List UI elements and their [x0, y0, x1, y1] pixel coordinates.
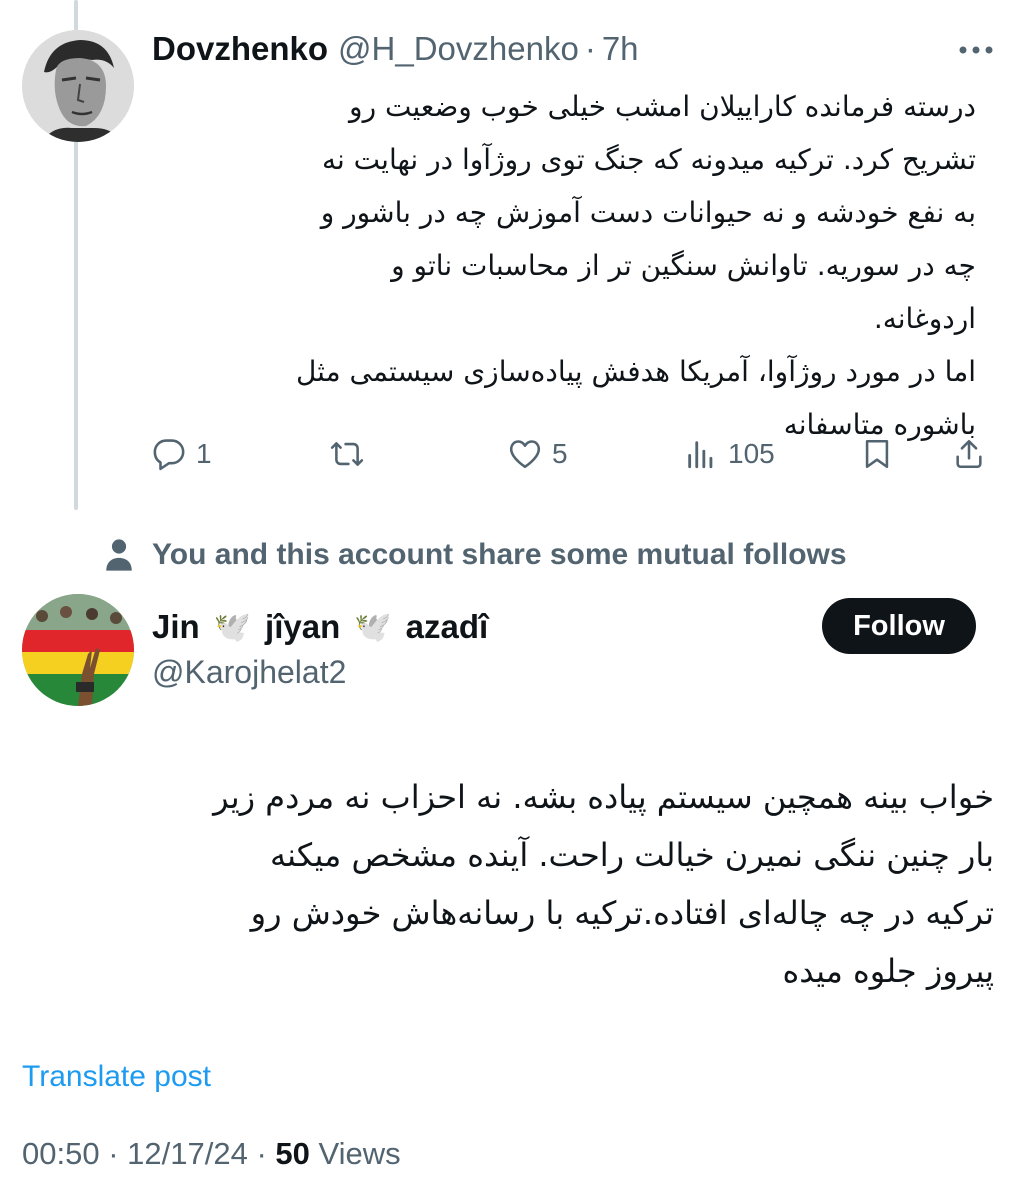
mutual-follows-notice: You and this account share some mutual f… — [104, 530, 847, 580]
translate-post-link[interactable]: Translate post — [22, 1060, 211, 1094]
name-part-jiyan: jîyan — [265, 608, 341, 645]
mutual-follows-text: You and this account share some mutual f… — [152, 538, 847, 571]
share-icon — [956, 439, 982, 469]
author-handle[interactable]: @Karojhelat2 — [152, 654, 346, 691]
views-count: 105 — [728, 438, 775, 469]
views-count: 50 — [275, 1136, 310, 1171]
author-name[interactable]: Jin 🕊️ jîyan 🕊️ azadî — [152, 604, 488, 650]
follow-button[interactable]: Follow — [822, 598, 976, 654]
bookmark-icon — [865, 439, 889, 469]
like-icon — [509, 440, 541, 469]
author-name[interactable]: Dovzhenko — [152, 30, 328, 68]
share-button[interactable] — [952, 428, 986, 480]
more-icon[interactable] — [954, 30, 998, 70]
tweet-date[interactable]: 12/17/24 — [127, 1136, 248, 1171]
views-button[interactable]: 105 — [684, 428, 775, 480]
tweet-time[interactable]: 00:50 — [22, 1136, 100, 1171]
repost-icon — [330, 442, 364, 466]
dove-emoji: 🕊️ — [213, 610, 252, 644]
tweet-time[interactable]: 7h — [602, 30, 639, 68]
bookmark-button[interactable] — [860, 428, 894, 480]
views-label: Views — [318, 1136, 401, 1171]
dove-emoji: 🕊️ — [354, 610, 392, 644]
tweet-header: Dovzhenko @H_Dovzhenko · 7h — [152, 26, 639, 72]
repost-button[interactable] — [330, 428, 364, 480]
separator-dot: · — [108, 1136, 119, 1171]
tweet-actions: 1 5 105 — [152, 428, 994, 480]
person-icon — [106, 539, 132, 571]
views-icon — [688, 441, 713, 469]
reply-button[interactable]: 1 — [152, 428, 212, 480]
tweet-meta: 00:50 · 12/17/24 · 50 Views — [22, 1136, 401, 1172]
author-handle[interactable]: @H_Dovzhenko — [338, 30, 579, 68]
avatar[interactable] — [22, 594, 134, 706]
tweet-text: درسته فرمانده کاراییلان امشب خیلی خوب وض… — [295, 90, 976, 441]
tweet-text: خواب بینه همچین سیستم پیاده بشه. نه احزا… — [213, 778, 994, 990]
name-part-azadi: azadî — [405, 608, 489, 645]
name-part-jin: Jin — [152, 608, 200, 645]
separator-dot: · — [584, 30, 596, 67]
like-count: 5 — [552, 438, 568, 469]
separator-dot: · — [256, 1136, 267, 1171]
like-button[interactable]: 5 — [508, 428, 568, 480]
avatar[interactable] — [22, 30, 134, 142]
reply-icon — [153, 439, 185, 471]
reply-count: 1 — [196, 438, 212, 469]
